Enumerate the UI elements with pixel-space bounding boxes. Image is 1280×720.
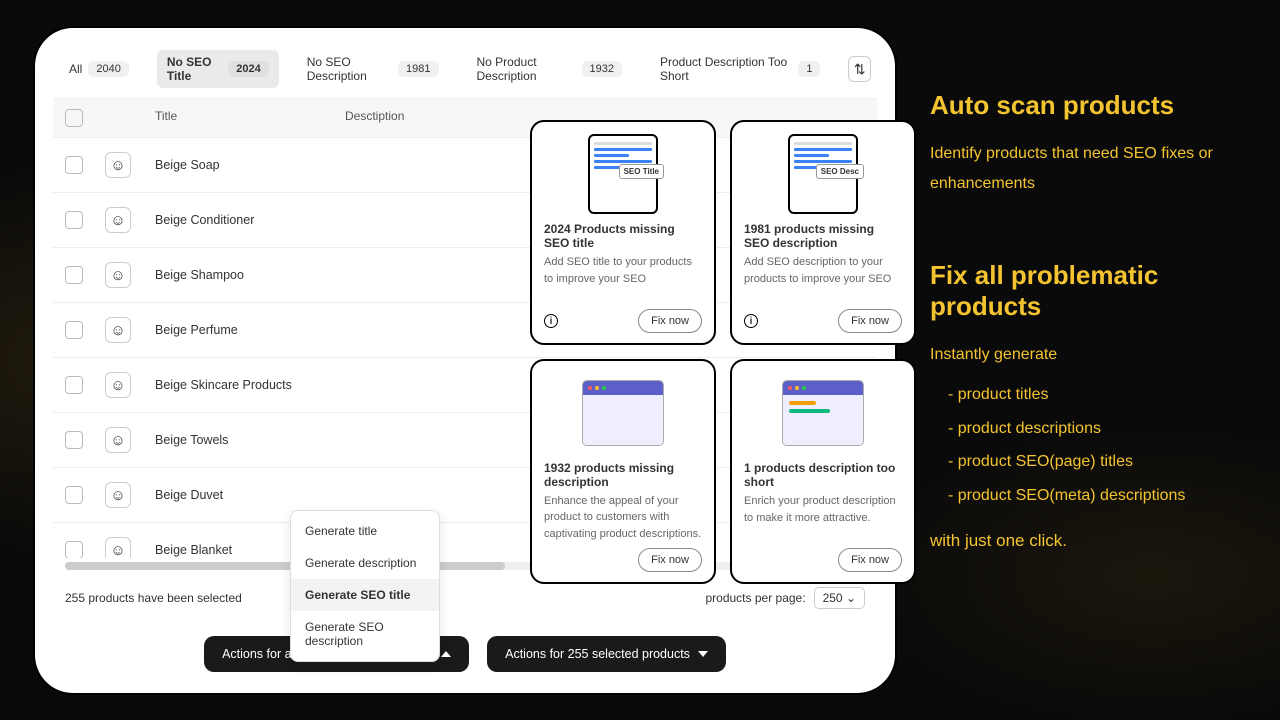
card-title: 1 products description too short: [744, 461, 902, 489]
fix-now-button[interactable]: Fix now: [838, 309, 902, 333]
card-desc: Add SEO title to your products to improv…: [544, 254, 702, 303]
bullet: product titles: [948, 378, 1260, 412]
card-desc: Enrich your product description to make …: [744, 493, 902, 542]
row-checkbox[interactable]: [65, 211, 83, 229]
col-title: Title: [155, 109, 345, 127]
info-icon[interactable]: i: [544, 314, 558, 328]
tab-no-prod-desc[interactable]: No Product Description1932: [467, 50, 633, 88]
fix-now-button[interactable]: Fix now: [638, 309, 702, 333]
browser-icon: [782, 380, 864, 446]
card-title: 2024 Products missing SEO title: [544, 222, 702, 250]
promo-lead: Instantly generate: [930, 340, 1260, 370]
phone-icon: SEO Title: [588, 134, 658, 214]
tab-desc-short[interactable]: Product Description Too Short1: [650, 50, 830, 88]
info-icon[interactable]: i: [744, 314, 758, 328]
promo-closing: with just one click.: [930, 525, 1260, 557]
menu-generate-title[interactable]: Generate title: [291, 515, 439, 547]
card-seo-title: SEO Title 2024 Products missing SEO titl…: [530, 120, 716, 345]
row-checkbox[interactable]: [65, 431, 83, 449]
card-title: 1981 products missing SEO description: [744, 222, 902, 250]
product-thumb-icon: ☺: [105, 262, 131, 288]
fix-now-button[interactable]: Fix now: [838, 548, 902, 572]
menu-generate-description[interactable]: Generate description: [291, 547, 439, 579]
product-thumb-icon: ☺: [105, 427, 131, 453]
card-title: 1932 products missing description: [544, 461, 702, 489]
product-thumb-icon: ☺: [105, 372, 131, 398]
actions-selected-button[interactable]: Actions for 255 selected products: [487, 636, 726, 672]
bulk-actions: Actions for all "No SEO Title" products …: [53, 636, 877, 672]
promo-paragraph-1: Identify products that need SEO fixes or…: [930, 139, 1260, 200]
bullet: product SEO(page) titles: [948, 445, 1260, 479]
menu-generate-seo-description[interactable]: Generate SEO description: [291, 611, 439, 657]
row-checkbox[interactable]: [65, 376, 83, 394]
promo-text: Auto scan products Identify products tha…: [930, 90, 1260, 597]
browser-icon: [582, 380, 664, 446]
tab-no-seo-title[interactable]: No SEO Title2024: [157, 50, 279, 88]
chevron-down-icon: ⌄: [846, 591, 856, 605]
filter-tabs: All2040 No SEO Title2024 No SEO Descript…: [53, 50, 877, 98]
card-prod-desc: 1932 products missing description Enhanc…: [530, 359, 716, 584]
phone-icon: SEO Desc: [788, 134, 858, 214]
tab-no-seo-desc[interactable]: No SEO Description1981: [297, 50, 449, 88]
promo-bullets: product titles product descriptions prod…: [930, 378, 1260, 512]
tab-all[interactable]: All2040: [59, 56, 139, 82]
select-all-checkbox[interactable]: [65, 109, 83, 127]
actions-dropdown: Generate title Generate description Gene…: [290, 510, 440, 662]
card-seo-desc: SEO Desc 1981 products missing SEO descr…: [730, 120, 916, 345]
row-checkbox[interactable]: [65, 266, 83, 284]
promo-heading-1: Auto scan products: [930, 90, 1260, 121]
product-thumb-icon: ☺: [105, 207, 131, 233]
bullet: product SEO(meta) descriptions: [948, 479, 1260, 513]
card-desc: Enhance the appeal of your product to cu…: [544, 493, 702, 543]
caret-down-icon: [698, 651, 708, 657]
perpage-label: products per page:: [705, 591, 805, 605]
card-desc: Add SEO description to your products to …: [744, 254, 902, 303]
menu-generate-seo-title[interactable]: Generate SEO title: [291, 579, 439, 611]
promo-heading-2: Fix all problematic products: [930, 260, 1260, 322]
row-checkbox[interactable]: [65, 486, 83, 504]
fix-now-button[interactable]: Fix now: [638, 548, 702, 572]
row-checkbox[interactable]: [65, 541, 83, 558]
bullet: product descriptions: [948, 412, 1260, 446]
caret-up-icon: [441, 651, 451, 657]
row-checkbox[interactable]: [65, 156, 83, 174]
perpage-select[interactable]: 250 ⌄: [814, 587, 865, 609]
product-thumb-icon: ☺: [105, 537, 131, 558]
fix-cards: SEO Title 2024 Products missing SEO titl…: [530, 120, 916, 584]
product-thumb-icon: ☺: [105, 317, 131, 343]
card-desc-short: 1 products description too short Enrich …: [730, 359, 916, 584]
product-thumb-icon: ☺: [105, 482, 131, 508]
product-thumb-icon: ☺: [105, 152, 131, 178]
row-checkbox[interactable]: [65, 321, 83, 339]
sort-icon[interactable]: ⇅: [848, 56, 871, 82]
selection-count: 255 products have been selected: [65, 591, 242, 605]
